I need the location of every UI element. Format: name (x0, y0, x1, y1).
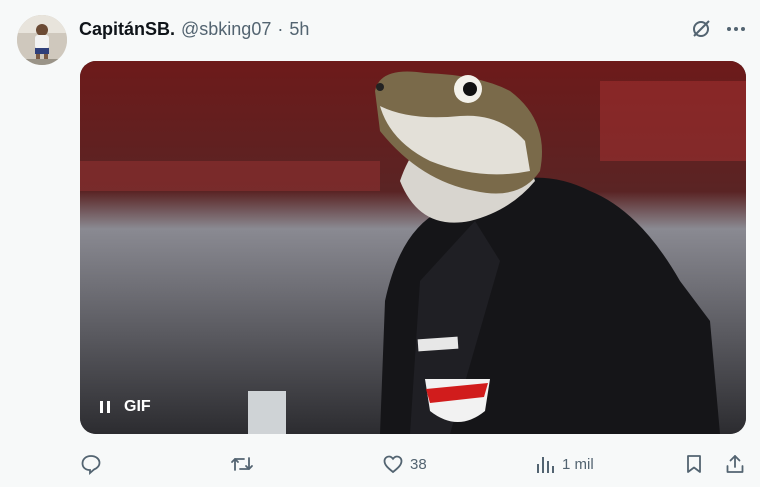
more-icon[interactable] (726, 19, 746, 39)
gif-badge: GIF (124, 398, 151, 415)
retweet-button[interactable] (230, 450, 260, 478)
share-button[interactable] (724, 450, 746, 478)
gif-media[interactable]: GIF (80, 61, 746, 434)
views-count: 1 mil (562, 455, 594, 473)
separator-dot: · (277, 18, 284, 39)
share-icon (724, 453, 746, 475)
reply-button[interactable] (80, 450, 108, 478)
like-button[interactable]: 38 (382, 450, 427, 478)
tweet-header: CapitánSB. @sbking07 · 5h (79, 17, 309, 41)
user-handle[interactable]: @sbking07 (181, 19, 271, 40)
gif-frame (80, 61, 746, 434)
avatar[interactable] (17, 15, 67, 65)
reply-icon (80, 453, 102, 475)
gif-controls: GIF (100, 398, 151, 416)
tweet-top-actions (690, 18, 746, 40)
bookmark-icon (684, 453, 704, 475)
views-button[interactable]: 1 mil (536, 450, 594, 478)
tweet-actions: 38 1 mil (80, 450, 746, 478)
bookmark-button[interactable] (684, 450, 704, 478)
display-name[interactable]: CapitánSB. (79, 19, 175, 40)
like-icon (382, 453, 404, 475)
views-icon (536, 453, 556, 475)
timestamp[interactable]: 5h (289, 19, 309, 40)
grok-icon[interactable] (690, 18, 712, 40)
avatar-image (17, 15, 67, 65)
retweet-icon (230, 453, 254, 475)
pause-icon[interactable] (100, 401, 110, 413)
like-count: 38 (410, 455, 427, 473)
